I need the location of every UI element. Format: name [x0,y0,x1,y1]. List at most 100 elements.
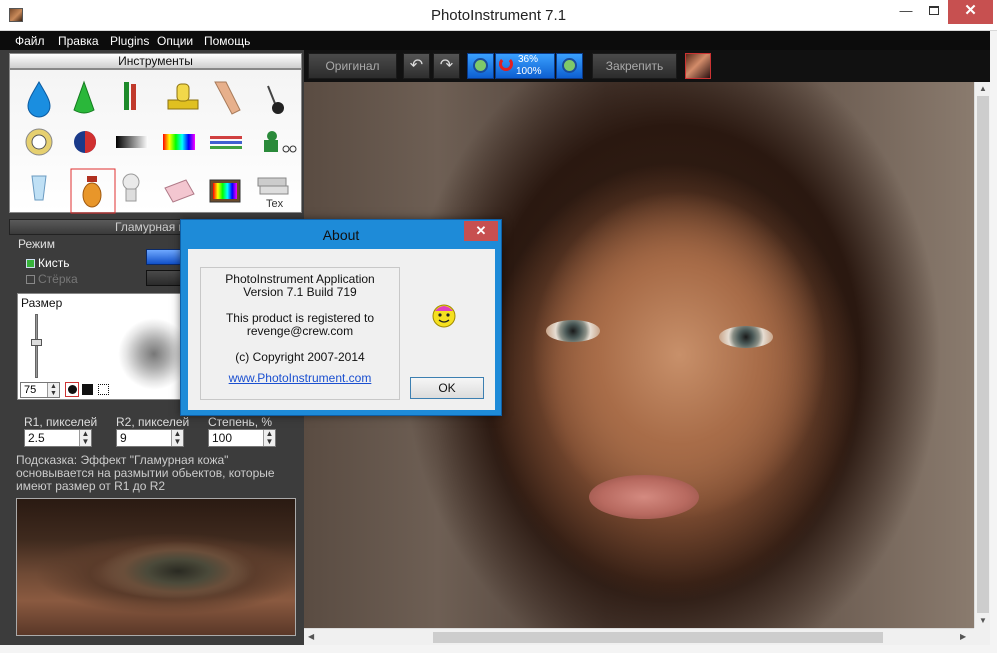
tube-tool-icon [31,175,47,201]
scroll-corner [974,628,990,645]
bulb-tool-icon [122,173,140,202]
zoom-control[interactable]: 36% 100% [495,53,555,79]
about-copyright: (c) Copyright 2007-2014 [235,350,365,364]
menu-help[interactable]: Помощь [204,34,250,48]
eraser-mode-button[interactable] [146,270,182,286]
pin-tool-icon [267,85,284,114]
window-border-bottom [0,645,997,653]
horizontal-scrollbar[interactable]: ◀ ▶ [304,628,974,645]
zoom-preview [16,498,296,636]
bottle-tool-icon [70,168,116,214]
contrast-tool-icon [74,131,96,153]
lips [589,475,699,519]
size-value: 75 [24,384,37,396]
size-input[interactable]: 75 ▲ ▼ [20,382,60,398]
eraser-checkbox[interactable] [26,275,35,285]
about-close-button[interactable]: ✕ [464,221,498,241]
tools-header: Инструменты [9,53,302,69]
scroll-down-icon[interactable]: ▼ [979,616,987,625]
title-bar: PhotoInstrument 7.1 — ✕ [0,0,997,31]
degree-input[interactable]: 100 ▲ ▼ [208,429,276,447]
close-button[interactable]: ✕ [948,0,993,24]
tools-icons: Tex [25,80,297,214]
menu-bar: Файл Правка Plugins Опции Помощь [0,31,997,50]
left-eye [546,320,600,342]
eraser-label: Стёрка [38,272,78,286]
size-slider-track[interactable] [35,314,38,378]
menu-options[interactable]: Опции [157,34,193,48]
window-border [990,31,997,653]
lines-tool-icon [210,136,242,149]
about-title: About [322,227,360,243]
about-version: Version 7.1 Build 719 [243,285,357,299]
scroll-right-icon[interactable]: ▶ [960,632,966,641]
about-dialog: About ✕ PhotoInstrument Application Vers… [180,219,502,416]
brush-label: Кисть [38,256,70,270]
zoom-in-button[interactable] [467,53,494,79]
scroll-left-icon[interactable]: ◀ [308,632,314,641]
r2-spinner[interactable]: ▲ ▼ [171,430,183,446]
mode-label: Режим [18,237,55,251]
zoom-level-top: 36% [517,54,538,65]
undo-button[interactable]: ↶ [403,53,430,79]
r1-input[interactable]: 2.5 ▲ ▼ [24,429,92,447]
vertical-scroll-thumb[interactable] [977,96,989,613]
magnet-icon [499,57,513,71]
zoom-level-bottom: 100% [516,66,542,77]
menu-plugins[interactable]: Plugins [110,34,149,48]
ok-button[interactable]: OK [410,377,484,399]
maximize-button[interactable] [918,0,950,24]
brush-checkbox[interactable] [26,259,35,269]
patch-tool-icon [214,81,241,115]
lasso-brush-icon[interactable] [98,384,109,395]
gradient-tool-icon [116,136,148,148]
window-title: PhotoInstrument 7.1 [430,7,567,24]
vertical-scrollbar[interactable]: ▲ ▼ [974,82,990,628]
pin-button[interactable]: Закрепить [592,53,677,79]
original-button[interactable]: Оригинал [308,53,397,79]
smiley-icon [432,304,456,328]
about-registered-line2: revenge@crew.com [246,324,354,338]
right-eye [719,326,773,348]
zoom-out-icon [562,58,577,73]
hint-text: Подсказка: Эффект "Гламурная кожа" основ… [16,453,275,493]
degree-value: 100 [212,431,233,445]
pencils-tool-icon [124,82,136,110]
r2-input[interactable]: 9 ▲ ▼ [116,429,184,447]
zoom-level: 36% 100% [516,54,542,78]
menu-edit[interactable]: Правка [58,34,99,48]
tools-grid: Tex [9,69,302,214]
toolbar: Оригинал ↶ ↷ 36% 100% Закрепить [304,50,997,82]
brush-size-box: Размер 75 ▲ ▼ [17,293,190,400]
about-body: PhotoInstrument Application Version 7.1 … [188,249,495,410]
size-label: Размер [21,296,63,310]
eraser-mode-option[interactable]: Стёрка [26,272,78,286]
degree-spinner[interactable]: ▲ ▼ [263,430,275,446]
brush-mode-option[interactable]: Кисть [26,256,69,270]
tv-tool-icon [209,179,241,203]
r2-value: 9 [120,431,127,445]
degree-label: Степень, % [208,415,273,429]
menu-file[interactable]: Файл [15,34,45,48]
about-website-link[interactable]: www.PhotoInstrument.com [201,372,399,385]
zoom-out-button[interactable] [556,53,583,79]
image-thumbnail-button[interactable] [685,53,711,79]
zoom-in-icon [473,58,488,73]
size-spinner[interactable]: ▲ ▼ [47,383,59,397]
scroll-up-icon[interactable]: ▲ [979,84,987,93]
square-brush-icon[interactable] [82,384,93,395]
horizontal-scroll-thumb[interactable] [433,632,883,643]
r1-value: 2.5 [28,431,45,445]
round-brush-icon[interactable] [65,382,79,397]
svg-text:Tex: Tex [266,198,284,210]
about-info: PhotoInstrument Application Version 7.1 … [200,267,400,400]
redo-button[interactable]: ↷ [433,53,460,79]
eraser-tool-icon [164,179,195,203]
r2-label: R2, пикселей [116,415,190,429]
brush-mode-button[interactable] [146,249,182,265]
text-tool-icon: Tex [257,177,289,210]
r1-spinner[interactable]: ▲ ▼ [79,430,91,446]
drop-tool-icon [27,81,51,118]
size-slider-thumb[interactable] [31,339,42,346]
stamp-tool-icon [167,83,199,110]
